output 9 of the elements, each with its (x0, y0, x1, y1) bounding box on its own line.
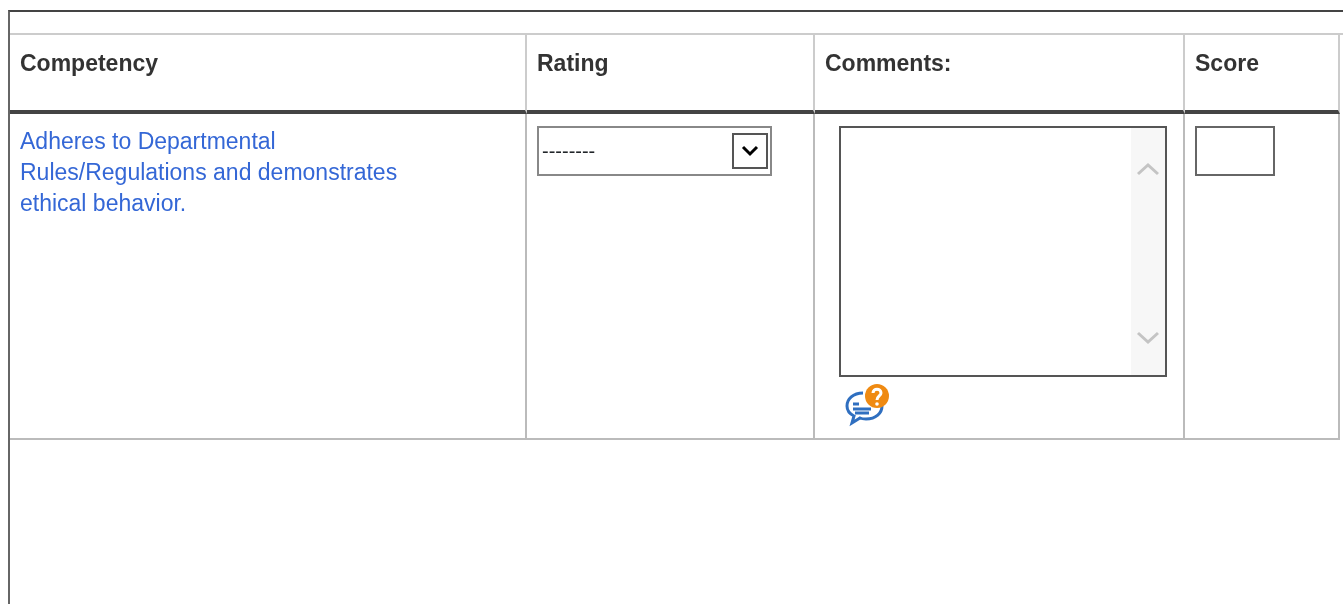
help-chat-icon[interactable] (845, 383, 891, 427)
score-field[interactable] (1195, 126, 1275, 176)
competency-link[interactable]: Adheres to Departmental Rules/Regulations and demonstrates ethical behavior. (20, 126, 465, 219)
column-header: Score (1195, 50, 1259, 76)
caret-icon (741, 145, 759, 157)
rating-dropdown[interactable]: -------- (537, 126, 772, 176)
column-header: Rating (537, 50, 609, 76)
column-header: Comments: (825, 50, 952, 76)
column-header: Competency (20, 50, 159, 76)
